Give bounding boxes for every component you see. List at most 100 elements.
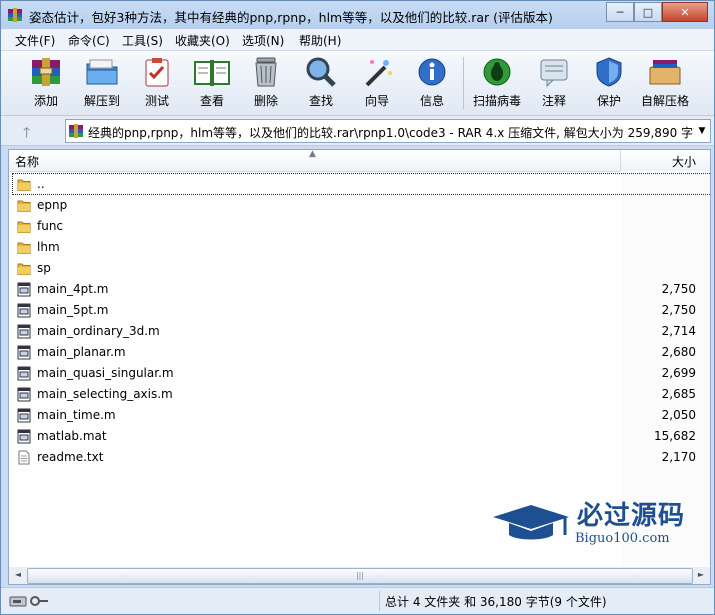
info-button[interactable]: 信息: [406, 54, 458, 112]
row-name-cell: main_planar.m: [13, 342, 710, 362]
winrar-app-icon[interactable]: [7, 7, 23, 23]
row-name-cell: main_4pt.m: [13, 279, 710, 299]
sfx-label: 自解压格: [640, 94, 689, 108]
column-header: 名称 ▲ 大小: [9, 150, 710, 172]
view-button[interactable]: 查看: [186, 54, 238, 112]
file-name: matlab.mat: [37, 429, 107, 443]
folder-row[interactable]: epnp: [9, 195, 710, 216]
file-row[interactable]: main_selecting_axis.m 2,685: [9, 384, 710, 405]
file-name: main_time.m: [37, 408, 116, 422]
find-button[interactable]: 查找: [295, 54, 347, 112]
maximize-button[interactable]: □: [634, 2, 662, 22]
folder-row[interactable]: ..: [9, 173, 710, 195]
file-row[interactable]: main_planar.m 2,680: [9, 342, 710, 363]
info-icon: [418, 58, 446, 86]
file-row[interactable]: main_time.m 2,050: [9, 405, 710, 426]
wizard-button[interactable]: 向导: [351, 54, 403, 112]
protect-button[interactable]: 保护: [583, 54, 635, 112]
matlab-file-icon: [17, 345, 31, 360]
scroll-left-button[interactable]: ◄: [10, 568, 26, 582]
drive-key-icon[interactable]: [9, 593, 49, 609]
row-name-cell: epnp: [13, 195, 710, 215]
row-name-cell: readme.txt: [13, 447, 710, 467]
row-name-cell: matlab.mat: [13, 426, 710, 446]
file-row[interactable]: main_quasi_singular.m 2,699: [9, 363, 710, 384]
menu-favorites[interactable]: 收藏夹(O): [175, 32, 230, 49]
row-name-cell: ..: [12, 173, 710, 195]
extract-to-button[interactable]: 解压到: [76, 54, 128, 112]
row-name-cell: main_selecting_axis.m: [13, 384, 710, 404]
delete-button[interactable]: 删除: [240, 54, 292, 112]
folder-row[interactable]: sp: [9, 258, 710, 279]
virus-scan-button[interactable]: 扫描病毒: [471, 54, 523, 112]
horizontal-scrollbar[interactable]: ◄ ||| ►: [8, 567, 711, 585]
folder-row[interactable]: lhm: [9, 237, 710, 258]
file-list[interactable]: 名称 ▲ 大小 .. epnp func lhm sp main_4pt.m 2,750 ma…: [8, 149, 711, 569]
menu-options[interactable]: 选项(N): [242, 32, 284, 49]
test-clipboard-icon: [145, 58, 169, 87]
column-divider[interactable]: [620, 150, 621, 171]
comment-button[interactable]: 注释: [528, 54, 580, 112]
find-label: 查找: [308, 94, 333, 108]
menu-help[interactable]: 帮助(H): [299, 32, 341, 49]
file-size: 2,170: [661, 450, 696, 464]
up-folder-button[interactable]: 🡑: [23, 122, 30, 146]
column-size[interactable]: 大小: [672, 153, 696, 170]
matlab-file-icon: [17, 366, 31, 381]
file-size: 15,682: [654, 429, 696, 443]
menu-file[interactable]: 文件(F): [15, 32, 55, 49]
status-summary: 总计 4 文件夹 和 36,180 字节(9 个文件): [385, 595, 607, 609]
menu-tools[interactable]: 工具(S): [122, 32, 163, 49]
file-name: main_4pt.m: [37, 282, 109, 296]
row-name-cell: main_5pt.m: [13, 300, 710, 320]
file-row[interactable]: main_ordinary_3d.m 2,714: [9, 321, 710, 342]
protect-label: 保护: [596, 94, 621, 108]
menu-bar: 文件(F) 命令(C) 工具(S) 收藏夹(O) 选项(N) 帮助(H): [1, 29, 714, 51]
file-name: main_quasi_singular.m: [37, 366, 174, 380]
minimize-button[interactable]: ─: [606, 2, 634, 22]
virus-scan-icon: [483, 58, 511, 86]
view-label: 查看: [199, 94, 224, 108]
window-title: 姿态估计，包好3种方法，其中有经典的pnp,rpnp，hlm等等，以及他们的比较…: [29, 10, 553, 25]
view-book-icon: [194, 60, 230, 86]
wizard-wand-icon: [365, 60, 392, 87]
row-name-cell: main_time.m: [13, 405, 710, 425]
file-name: sp: [37, 261, 51, 275]
sfx-button[interactable]: 自解压格: [639, 54, 691, 112]
file-name: main_ordinary_3d.m: [37, 324, 160, 338]
address-bar[interactable]: 经典的pnp,rpnp，hlm等等，以及他们的比较.rar\rpnp1.0\co…: [65, 119, 711, 143]
shield-icon: [596, 57, 622, 87]
watermark-url: Biguo100.com: [575, 531, 670, 546]
close-button[interactable]: ✕: [662, 2, 708, 22]
test-button[interactable]: 测试: [131, 54, 183, 112]
row-name-cell: lhm: [13, 237, 710, 257]
file-row[interactable]: readme.txt 2,170: [9, 447, 710, 468]
row-name-cell: func: [13, 216, 710, 236]
column-name[interactable]: 名称: [15, 153, 39, 170]
matlab-file-icon: [17, 387, 31, 402]
extract-folder-icon: [86, 59, 118, 85]
file-row[interactable]: main_4pt.m 2,750: [9, 279, 710, 300]
status-separator: [379, 591, 380, 611]
file-size: 2,750: [661, 303, 696, 317]
extract-to-label: 解压到: [83, 94, 120, 108]
watermark-title: 必过源码: [577, 501, 686, 531]
file-row[interactable]: main_5pt.m 2,750: [9, 300, 710, 321]
file-name: ..: [37, 177, 45, 191]
scroll-thumb[interactable]: |||: [27, 568, 693, 584]
scroll-right-button[interactable]: ►: [693, 568, 709, 582]
sfx-box-icon: [649, 60, 681, 85]
add-button[interactable]: 添加: [20, 54, 72, 112]
menu-commands[interactable]: 命令(C): [68, 32, 110, 49]
file-name: readme.txt: [37, 450, 104, 464]
file-row[interactable]: matlab.mat 15,682: [9, 426, 710, 447]
row-name-cell: main_ordinary_3d.m: [13, 321, 710, 341]
comment-label: 注释: [541, 94, 566, 108]
add-label: 添加: [33, 94, 58, 108]
row-name-cell: sp: [13, 258, 710, 278]
file-size: 2,685: [661, 387, 696, 401]
folder-icon: [17, 263, 31, 275]
address-dropdown-button[interactable]: ▼: [694, 120, 710, 142]
window-controls: ─ □ ✕: [606, 2, 708, 22]
folder-row[interactable]: func: [9, 216, 710, 237]
